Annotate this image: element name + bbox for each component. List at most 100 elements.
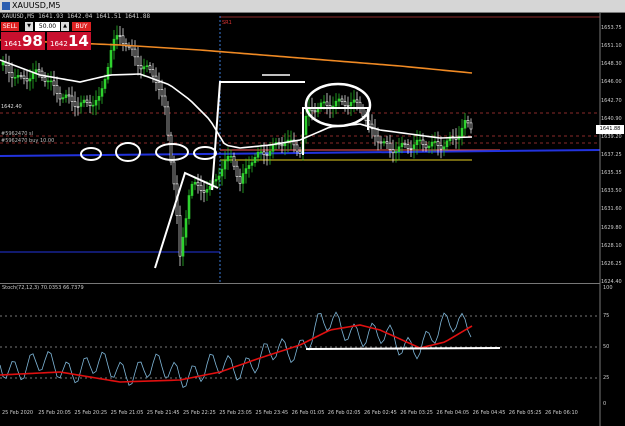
time-tick: 25 Feb 22:25 [183, 410, 216, 416]
candle-body [49, 80, 53, 83]
candle-body [22, 75, 26, 79]
lots-up-arrow-icon[interactable]: ▲ [61, 22, 69, 31]
price-tick: 1646.00 [601, 79, 622, 86]
candle-body [196, 181, 200, 186]
candle-body [397, 146, 401, 153]
candle-body [61, 97, 65, 100]
candle-body [190, 183, 194, 196]
time-tick: 25 Feb 2020 [2, 410, 34, 416]
candle-body [322, 101, 326, 104]
candle-body [85, 99, 89, 103]
candle-body [184, 218, 188, 238]
buy-price-small: 1642 [50, 40, 68, 48]
candle-body [46, 80, 50, 83]
candle-body [220, 168, 224, 177]
time-tick: 25 Feb 23:05 [219, 410, 252, 416]
time-tick: 26 Feb 06:10 [545, 410, 578, 416]
candle-body [382, 141, 386, 144]
candle-body [202, 190, 206, 193]
candle-body [16, 75, 20, 78]
candle-body [424, 144, 428, 149]
candle-body [97, 96, 101, 101]
candle-body [43, 77, 47, 82]
buy-button[interactable]: BUY [72, 22, 91, 31]
fast-moving-average-line [0, 59, 473, 149]
left-price-label: 1642.40 [1, 104, 22, 110]
candle-body [82, 99, 86, 104]
candle-body [418, 139, 422, 142]
price-tick: 1635.35 [601, 170, 622, 177]
stochastic-tick: 75 [603, 313, 610, 319]
candle-body [241, 173, 245, 184]
candle-body [160, 89, 164, 97]
sell-button[interactable]: SELL [1, 22, 19, 31]
candle-body [130, 45, 134, 50]
candle-body [337, 98, 341, 102]
sell-price-button[interactable]: 1641 98 [1, 32, 45, 50]
annotation-circle [115, 142, 141, 162]
candle-body [433, 141, 437, 143]
stochastic-annotation-line [305, 347, 501, 350]
candle-body [199, 184, 203, 191]
candle-body [142, 66, 146, 70]
candle-body [133, 48, 137, 58]
candle-body [250, 162, 254, 166]
candle-body [172, 161, 176, 185]
candle-body [19, 75, 23, 77]
candle-body [73, 101, 77, 107]
time-tick: 25 Feb 23:45 [255, 410, 289, 416]
lots-down-arrow-icon[interactable]: ▼ [25, 22, 33, 31]
time-tick: 26 Feb 03:25 [400, 410, 433, 416]
price-tick: 1631.60 [601, 206, 622, 213]
candle-body [178, 215, 182, 257]
candle-body [7, 65, 11, 73]
candle-body [355, 99, 359, 103]
ohlc-readout: XAUUSD,M5 1641.93 1642.04 1641.51 1641.8… [2, 13, 151, 20]
candle-body [91, 104, 95, 107]
time-tick: 26 Feb 04:05 [436, 410, 470, 416]
candle-body [268, 150, 272, 156]
candle-body [400, 142, 404, 148]
candle-body [430, 141, 434, 147]
candle-body [247, 165, 251, 169]
candle-body [460, 127, 464, 137]
candle-body [421, 139, 425, 146]
candle-body [223, 160, 227, 170]
candle-body [205, 189, 209, 193]
candle-body [25, 78, 29, 82]
price-chart[interactable] [0, 0, 625, 426]
annotation-drawn-line [302, 107, 369, 155]
price-tick: 1653.75 [601, 25, 622, 31]
buy-price-button[interactable]: 1642 14 [47, 32, 91, 50]
candle-body [427, 145, 431, 149]
candle-body [298, 150, 302, 154]
candle-body [304, 115, 308, 135]
lots-input[interactable]: 50.00 [35, 22, 60, 31]
candle-body [76, 106, 80, 108]
candle-body [373, 128, 377, 137]
candle-body [52, 80, 56, 86]
candle-body [346, 105, 350, 107]
price-tick: 1626.25 [601, 260, 622, 267]
candle-body [394, 151, 398, 154]
stochastic-label: Stoch(72,12,3) 70.0353 66.7379 [2, 285, 84, 291]
time-tick: 26 Feb 01:05 [291, 410, 325, 416]
candle-body [229, 155, 233, 158]
candle-body [232, 155, 236, 167]
chart-window: XAUUSD,M5 XAUUSD,M5 1641.93 1642.04 1641… [0, 0, 625, 426]
candle-body [334, 100, 338, 107]
order-sl-label: #5962470 sl [1, 131, 34, 137]
candle-body [439, 145, 443, 150]
subwindow-separator[interactable] [0, 283, 600, 284]
candle-body [181, 236, 185, 257]
candle-body [31, 72, 35, 79]
price-tick: 1651.10 [601, 43, 622, 50]
candle-body [67, 94, 71, 97]
candle-body [217, 175, 221, 180]
candle-body [10, 72, 14, 78]
price-tick: 1639.20 [601, 133, 622, 140]
candle-body [148, 65, 152, 70]
candle-body [271, 144, 275, 152]
candle-body [187, 195, 191, 219]
candle-body [238, 176, 242, 184]
